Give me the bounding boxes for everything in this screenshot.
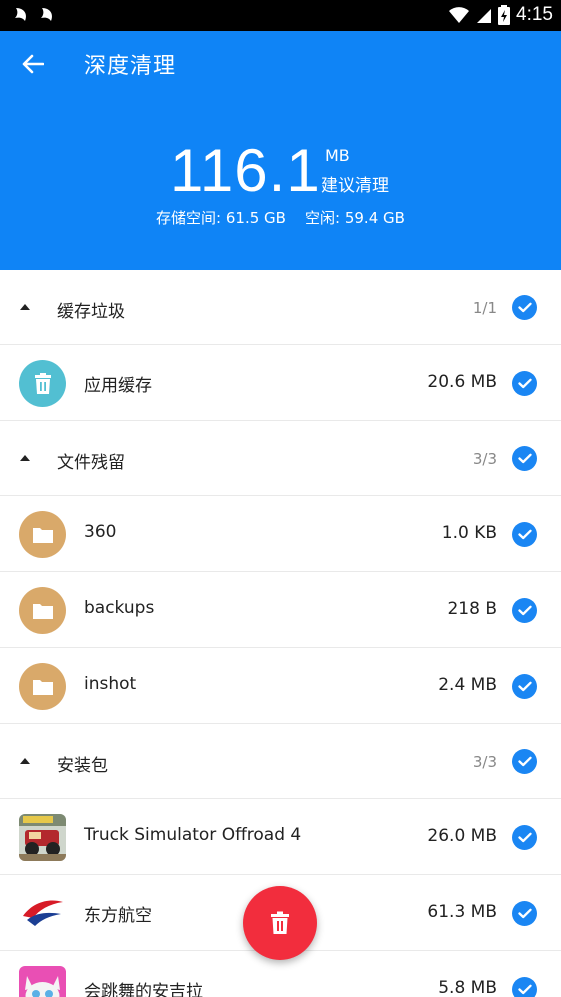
list-item[interactable]: 应用缓存 20.6 MB [0,345,561,421]
clock-time: 4:15 [516,4,553,25]
item-size: 5.8 MB [438,978,497,997]
list-item[interactable]: 360 1.0 KB [0,496,561,572]
section-checkbox[interactable] [512,446,537,471]
item-checkbox[interactable] [512,825,537,850]
section-header-cache[interactable]: 缓存垃圾 1/1 [0,270,561,345]
section-checkbox[interactable] [512,749,537,774]
china-eastern-app-icon [19,890,66,937]
item-label: backups [84,598,155,618]
total-junk-unit: MB [325,146,350,165]
section-count: 3/3 [472,450,497,468]
total-junk-size: 116.1 [170,137,321,204]
checkmark-icon [517,832,532,843]
item-checkbox[interactable] [512,522,537,547]
item-label: inshot [84,674,137,694]
section-checkbox[interactable] [512,295,537,320]
notification-app-icon [41,8,52,21]
status-bar: 4:15 [0,0,561,31]
checkmark-icon [517,378,532,389]
arrow-left-icon [22,54,44,74]
item-size: 1.0 KB [441,523,497,543]
list-item[interactable]: backups 218 B [0,572,561,648]
back-button[interactable] [14,45,52,83]
item-label: Truck Simulator Offroad 4 [84,825,302,845]
collapse-caret-icon[interactable] [20,758,30,764]
wifi-icon [449,7,470,23]
checkmark-icon [517,908,532,919]
list-item[interactable]: Truck Simulator Offroad 4 26.0 MB [0,799,561,875]
checkmark-icon [517,605,532,616]
collapse-caret-icon[interactable] [20,455,30,461]
item-label: 360 [84,522,117,542]
item-size: 218 B [447,599,497,619]
section-label: 缓存垃圾 [57,302,125,322]
checkmark-icon [517,529,532,540]
page-title: 深度清理 [84,54,177,79]
checkmark-icon [517,302,532,313]
section-count: 3/3 [472,753,497,771]
item-size: 26.0 MB [427,826,497,846]
trash-icon [19,360,66,407]
battery-icon [498,5,511,25]
truck-app-icon [19,814,66,861]
angela-app-icon [19,966,66,997]
item-checkbox[interactable] [512,598,537,623]
folder-icon [19,587,66,634]
item-size: 2.4 MB [438,675,497,695]
folder-icon [19,511,66,558]
checkmark-icon [517,756,532,767]
list-item[interactable]: inshot 2.4 MB [0,648,561,724]
summary-header: 深度清理 116.1 MB 建议清理 存储空间: 61.5 GB 空闲: 59.… [0,31,561,270]
section-label: 安装包 [57,756,108,776]
item-checkbox[interactable] [512,901,537,926]
storage-info: 存储空间: 61.5 GB 空闲: 59.4 GB [156,209,405,227]
section-label: 文件残留 [57,453,125,473]
signal-icon [477,9,492,23]
notification-app-icon [15,8,26,21]
item-label: 东方航空 [84,906,152,926]
checkmark-icon [517,984,532,995]
item-size: 20.6 MB [427,372,497,392]
item-label: 会跳舞的安吉拉 [84,982,203,997]
item-checkbox[interactable] [512,371,537,396]
collapse-caret-icon[interactable] [20,304,30,310]
item-checkbox[interactable] [512,977,537,997]
item-label: 应用缓存 [84,376,152,396]
clean-suggestion: 建议清理 [321,176,389,196]
section-count: 1/1 [472,299,497,317]
section-header-apk[interactable]: 安装包 3/3 [0,724,561,799]
clean-fab-button[interactable] [243,886,317,960]
item-checkbox[interactable] [512,674,537,699]
section-header-residual-files[interactable]: 文件残留 3/3 [0,421,561,496]
checkmark-icon [517,453,532,464]
checkmark-icon [517,681,532,692]
folder-icon [19,663,66,710]
trash-icon [271,911,289,934]
item-size: 61.3 MB [427,902,497,922]
